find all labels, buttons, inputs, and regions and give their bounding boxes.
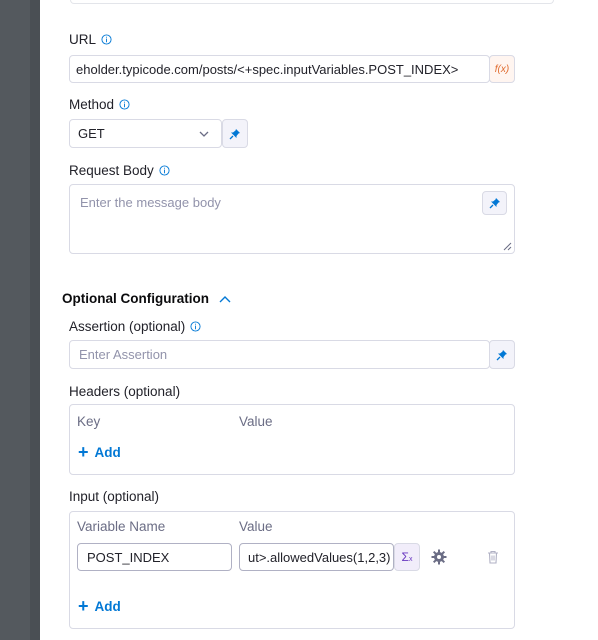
variable-name-input[interactable]: POST_INDEX <box>77 543 232 571</box>
sidebar-edge <box>30 0 40 640</box>
pin-icon <box>496 349 507 360</box>
info-icon[interactable] <box>101 34 112 45</box>
add-header-button[interactable]: + Add <box>78 443 121 461</box>
pin-icon <box>229 128 240 139</box>
headers-label: Headers (optional) <box>69 384 181 399</box>
variable-value: ut>.allowedValues(1,2,3) <box>248 549 391 565</box>
add-input-button[interactable]: + Add <box>78 597 121 615</box>
assertion-placeholder: Enter Assertion <box>79 347 168 362</box>
headers-table <box>69 404 515 475</box>
chevron-down-icon <box>199 131 209 137</box>
url-value: eholder.typicode.com/posts/<+spec.inputV… <box>76 61 459 77</box>
url-label: URL <box>69 32 97 47</box>
input-label: Input (optional) <box>69 489 160 504</box>
method-label-row: Method <box>69 97 130 112</box>
fx-icon: f(x) <box>494 63 510 75</box>
plus-icon: + <box>78 442 89 462</box>
input-name-column: Variable Name <box>77 519 166 534</box>
optional-config-title: Optional Configuration <box>62 291 209 306</box>
headers-label-row: Headers (optional) <box>69 384 180 399</box>
assertion-label-row: Assertion (optional) <box>69 319 201 334</box>
assertion-pin-button[interactable] <box>489 340 515 369</box>
input-value-column: Value <box>239 519 273 534</box>
request-body-textarea[interactable]: Enter the message body <box>69 184 515 254</box>
method-pin-button[interactable] <box>222 119 248 148</box>
expression-type-button[interactable]: Σx <box>394 543 420 571</box>
fx-button[interactable]: f(x) <box>489 55 515 83</box>
optional-config-header[interactable]: Optional Configuration <box>62 291 231 306</box>
headers-value-column: Value <box>239 414 273 429</box>
gear-icon[interactable] <box>431 549 447 565</box>
assertion-input[interactable]: Enter Assertion <box>69 340 490 369</box>
variable-name-value: POST_INDEX <box>87 549 170 565</box>
request-body-label-row: Request Body <box>69 163 170 178</box>
add-header-label: Add <box>94 444 121 460</box>
assertion-label: Assertion (optional) <box>69 319 186 334</box>
info-icon[interactable] <box>119 99 130 110</box>
input-label-row: Input (optional) <box>69 489 159 504</box>
method-value: GET <box>78 126 105 141</box>
request-body-placeholder: Enter the message body <box>80 195 221 210</box>
url-label-row: URL <box>69 32 112 47</box>
method-select[interactable]: GET <box>69 119 222 148</box>
add-input-label: Add <box>94 598 121 614</box>
info-icon[interactable] <box>190 321 201 332</box>
resize-handle-icon[interactable] <box>503 242 512 251</box>
previous-section-card <box>70 0 554 4</box>
request-body-pin-button[interactable] <box>482 191 507 215</box>
info-icon[interactable] <box>159 165 170 176</box>
method-label: Method <box>69 97 115 112</box>
request-body-label: Request Body <box>69 163 154 178</box>
url-input[interactable]: eholder.typicode.com/posts/<+spec.inputV… <box>69 55 490 83</box>
variable-value-input[interactable]: ut>.allowedValues(1,2,3) <box>239 543 394 571</box>
sigma-icon: Σx <box>401 550 413 564</box>
pin-icon <box>489 198 500 209</box>
plus-icon: + <box>78 596 89 616</box>
headers-key-column: Key <box>77 414 101 429</box>
left-sidebar-strip <box>0 0 40 640</box>
chevron-up-icon[interactable] <box>219 295 231 303</box>
trash-icon[interactable] <box>487 550 499 564</box>
